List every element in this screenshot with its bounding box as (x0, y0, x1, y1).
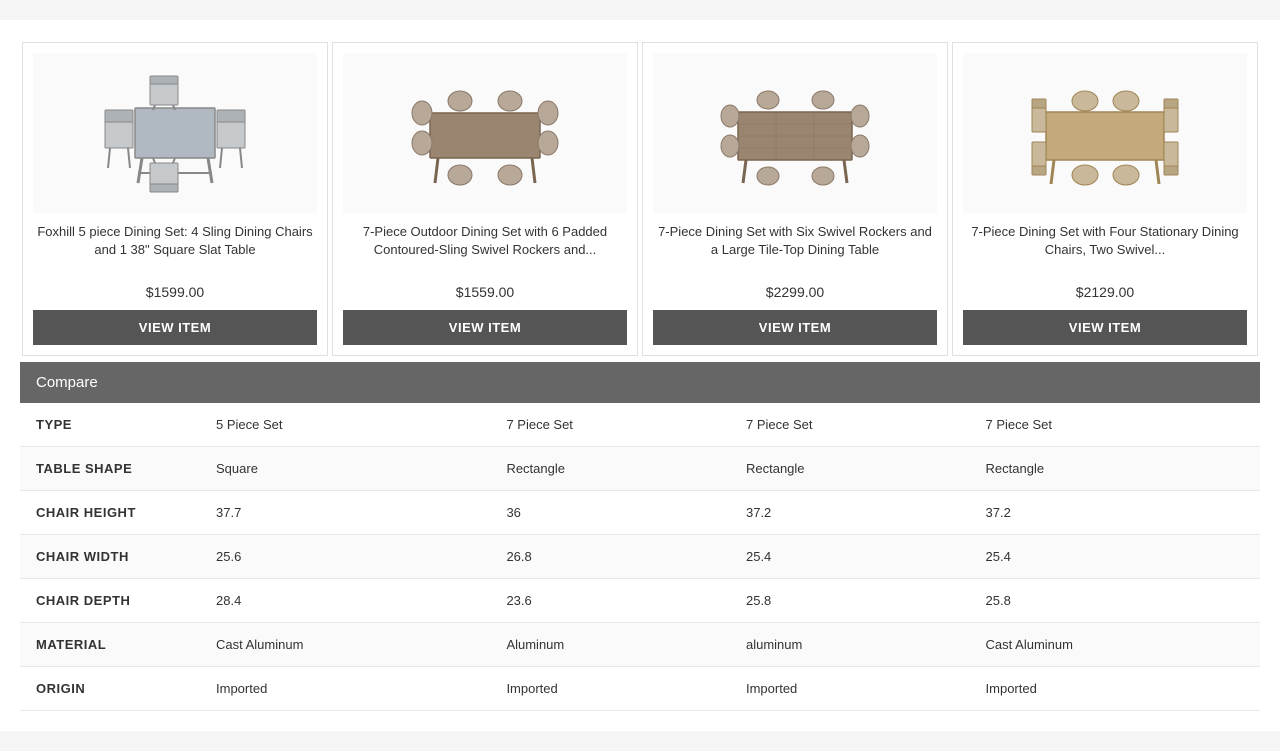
compare-row: MATERIALCast AluminumAluminumaluminumCas… (20, 623, 1260, 667)
product-image-4 (963, 53, 1247, 213)
compare-value-4: Imported (970, 667, 1260, 711)
compare-attribute: ORIGIN (20, 667, 200, 711)
compare-attribute: MATERIAL (20, 623, 200, 667)
compare-value-3: 25.8 (730, 579, 970, 623)
compare-row: ORIGINImportedImportedImportedImported (20, 667, 1260, 711)
compare-value-2: 7 Piece Set (490, 403, 730, 447)
compare-value-2: 26.8 (490, 535, 730, 579)
compare-value-3: 37.2 (730, 491, 970, 535)
product-price-2: $1559.00 (456, 284, 514, 300)
view-item-button-2[interactable]: VIEW ITEM (343, 310, 627, 345)
compare-attribute: TABLE SHAPE (20, 447, 200, 491)
compare-value-2: 36 (490, 491, 730, 535)
compare-value-1: 5 Piece Set (200, 403, 490, 447)
compare-value-3: 7 Piece Set (730, 403, 970, 447)
compare-value-4: Rectangle (970, 447, 1260, 491)
compare-value-3: 25.4 (730, 535, 970, 579)
compare-attribute: TYPE (20, 403, 200, 447)
compare-value-1: Square (200, 447, 490, 491)
product-price-3: $2299.00 (766, 284, 824, 300)
view-item-button-3[interactable]: VIEW ITEM (653, 310, 937, 345)
compare-value-4: Cast Aluminum (970, 623, 1260, 667)
view-item-button-1[interactable]: VIEW ITEM (33, 310, 317, 345)
compare-value-2: 23.6 (490, 579, 730, 623)
compare-value-4: 25.4 (970, 535, 1260, 579)
compare-value-4: 7 Piece Set (970, 403, 1260, 447)
product-price-4: $2129.00 (1076, 284, 1134, 300)
compare-value-4: 37.2 (970, 491, 1260, 535)
compare-attribute: CHAIR DEPTH (20, 579, 200, 623)
product-title-4: 7-Piece Dining Set with Four Stationary … (963, 223, 1247, 278)
compare-table: TYPE5 Piece Set7 Piece Set7 Piece Set7 P… (20, 403, 1260, 711)
compare-value-2: Rectangle (490, 447, 730, 491)
page-wrapper: Foxhill 5 piece Dining Set: 4 Sling Dini… (0, 20, 1280, 731)
product-price-1: $1599.00 (146, 284, 204, 300)
compare-row: TYPE5 Piece Set7 Piece Set7 Piece Set7 P… (20, 403, 1260, 447)
compare-row: CHAIR WIDTH25.626.825.425.4 (20, 535, 1260, 579)
compare-attribute: CHAIR HEIGHT (20, 491, 200, 535)
product-card-1: Foxhill 5 piece Dining Set: 4 Sling Dini… (22, 42, 328, 356)
compare-row: CHAIR HEIGHT37.73637.237.2 (20, 491, 1260, 535)
compare-header: Compare (20, 362, 1260, 403)
products-row: Foxhill 5 piece Dining Set: 4 Sling Dini… (20, 40, 1260, 358)
view-item-button-4[interactable]: VIEW ITEM (963, 310, 1247, 345)
compare-value-3: aluminum (730, 623, 970, 667)
compare-value-1: 37.7 (200, 491, 490, 535)
compare-value-1: 28.4 (200, 579, 490, 623)
compare-attribute: CHAIR WIDTH (20, 535, 200, 579)
compare-value-3: Rectangle (730, 447, 970, 491)
compare-value-4: 25.8 (970, 579, 1260, 623)
product-title-1: Foxhill 5 piece Dining Set: 4 Sling Dini… (33, 223, 317, 278)
compare-value-1: Imported (200, 667, 490, 711)
compare-row: CHAIR DEPTH28.423.625.825.8 (20, 579, 1260, 623)
compare-value-2: Aluminum (490, 623, 730, 667)
compare-row: TABLE SHAPESquareRectangleRectangleRecta… (20, 447, 1260, 491)
product-image-1 (33, 53, 317, 213)
product-title-2: 7-Piece Outdoor Dining Set with 6 Padded… (343, 223, 627, 278)
product-title-3: 7-Piece Dining Set with Six Swivel Rocke… (653, 223, 937, 278)
product-card-3: 7-Piece Dining Set with Six Swivel Rocke… (642, 42, 948, 356)
compare-value-3: Imported (730, 667, 970, 711)
compare-value-1: Cast Aluminum (200, 623, 490, 667)
product-card-2: 7-Piece Outdoor Dining Set with 6 Padded… (332, 42, 638, 356)
compare-value-2: Imported (490, 667, 730, 711)
product-card-4: 7-Piece Dining Set with Four Stationary … (952, 42, 1258, 356)
compare-section: Compare TYPE5 Piece Set7 Piece Set7 Piec… (20, 362, 1260, 711)
product-image-2 (343, 53, 627, 213)
compare-value-1: 25.6 (200, 535, 490, 579)
product-image-3 (653, 53, 937, 213)
